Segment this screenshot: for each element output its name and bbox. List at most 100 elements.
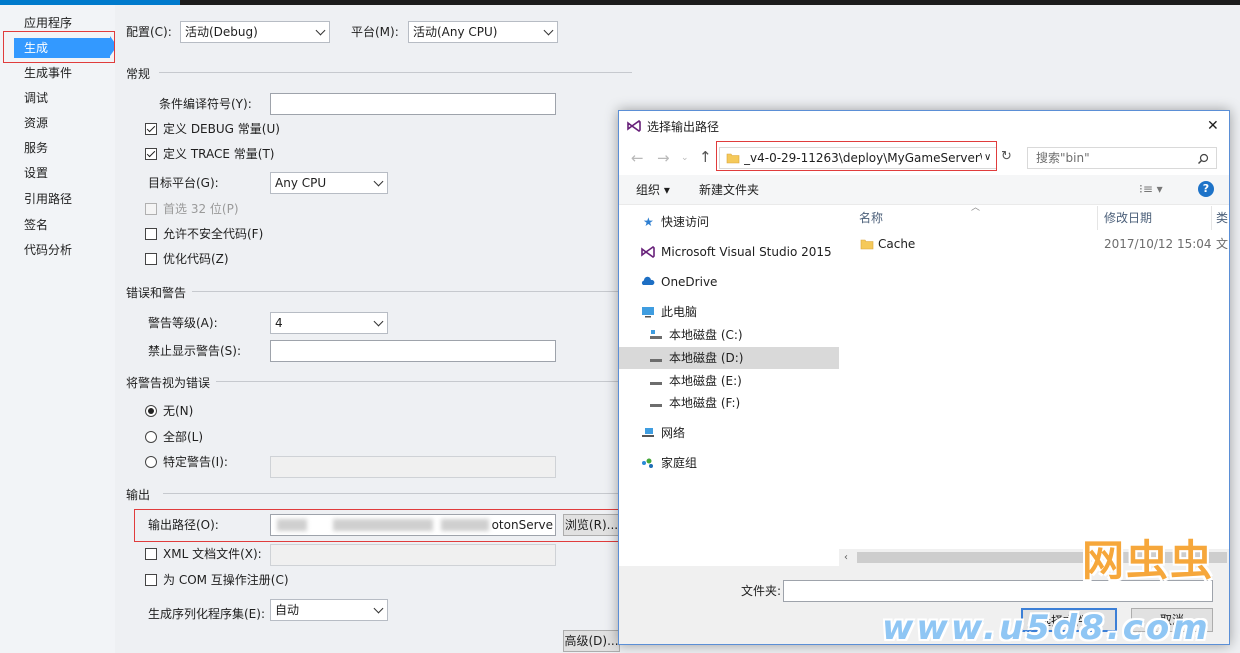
- column-separator: [1211, 206, 1212, 230]
- tree-item-label: Microsoft Visual Studio 2015: [661, 245, 832, 259]
- com-register-checkbox[interactable]: [145, 574, 157, 586]
- debug-const-label: 定义 DEBUG 常量(U): [163, 122, 280, 136]
- serialization-combo[interactable]: 自动: [270, 599, 388, 621]
- cond-symbols-input[interactable]: [270, 93, 556, 115]
- system-drive-icon: [650, 330, 662, 339]
- target-platform-combo[interactable]: Any CPU: [270, 172, 388, 194]
- computer-icon: [642, 307, 654, 318]
- file-row[interactable]: Cache 2017/10/12 15:04 文: [839, 233, 1229, 255]
- search-input[interactable]: 搜索"bin": [1027, 147, 1217, 169]
- dialog-toolbar: 组织 ▾ 新建文件夹 ⁝≡ ▾ ?: [619, 175, 1229, 205]
- file-list: 名称 ︿ 修改日期 类 Cache 2017/10/12 15:04 文: [839, 203, 1229, 566]
- column-header-name[interactable]: 名称: [859, 206, 883, 230]
- folder-icon: [860, 239, 874, 250]
- suppress-warnings-input[interactable]: [270, 340, 556, 362]
- drive-icon: [650, 382, 662, 385]
- nav-item-signing[interactable]: 签名: [24, 215, 48, 235]
- platform-combo[interactable]: 活动(Any CPU): [408, 21, 558, 43]
- tree-item-onedrive[interactable]: OneDrive: [619, 271, 839, 293]
- drive-icon: [650, 404, 662, 407]
- tree-item-disk-d[interactable]: 本地磁盘 (D:): [619, 347, 839, 369]
- tree-item-homegroup[interactable]: 家庭组: [619, 452, 839, 474]
- optimize-checkbox[interactable]: [145, 253, 157, 265]
- advanced-button[interactable]: 高级(D)...: [563, 630, 620, 652]
- tree-item-disk-f[interactable]: 本地磁盘 (F:): [619, 392, 839, 414]
- nav-item-code-analysis[interactable]: 代码分析: [24, 240, 72, 260]
- treat-none-label: 无(N): [163, 404, 194, 418]
- config-value: 活动(Debug): [185, 25, 258, 39]
- close-icon[interactable]: ✕: [1207, 118, 1219, 134]
- com-register-label: 为 COM 互操作注册(C): [163, 573, 289, 587]
- cloud-icon: [641, 276, 655, 285]
- nav-item-reference-paths[interactable]: 引用路径: [24, 189, 72, 209]
- tree-item-disk-e[interactable]: 本地磁盘 (E:): [619, 370, 839, 392]
- organize-menu[interactable]: 组织 ▾: [636, 182, 670, 198]
- tree-item-label: 快速访问: [661, 215, 710, 229]
- serialization-label: 生成序列化程序集(E):: [148, 607, 265, 621]
- tree-item-label: 家庭组: [661, 456, 698, 470]
- nav-item-build-events[interactable]: 生成事件: [24, 63, 72, 83]
- nav-item-services[interactable]: 服务: [24, 138, 48, 158]
- tree-item-label: 此电脑: [661, 305, 698, 319]
- chevron-down-icon: [373, 603, 384, 614]
- highlight-box-output-path: [134, 509, 622, 542]
- tree-item-disk-c[interactable]: 本地磁盘 (C:): [619, 324, 839, 346]
- scroll-left-icon[interactable]: ‹: [844, 550, 848, 566]
- nav-item-settings[interactable]: 设置: [24, 163, 48, 183]
- refresh-icon[interactable]: ↻: [1001, 149, 1012, 165]
- config-combo[interactable]: 活动(Debug): [180, 21, 330, 43]
- warning-level-value: 4: [275, 316, 283, 330]
- cond-symbols-label: 条件编译符号(Y):: [159, 97, 252, 111]
- view-options-icon[interactable]: ⁝≡ ▾: [1139, 181, 1163, 197]
- chevron-down-icon: [315, 25, 326, 36]
- nav-item-debug[interactable]: 调试: [24, 88, 48, 108]
- back-arrow-icon[interactable]: ←: [631, 150, 644, 166]
- file-modified: 2017/10/12 15:04: [1104, 237, 1212, 251]
- tree-item-label: 本地磁盘 (F:): [669, 396, 741, 410]
- network-icon: [642, 428, 654, 437]
- nav-item-resources[interactable]: 资源: [24, 113, 48, 133]
- xml-doc-label: XML 文档文件(X):: [163, 547, 262, 561]
- drive-icon: [650, 359, 662, 362]
- tree-item-quick-access[interactable]: ★ 快速访问: [619, 211, 839, 233]
- unsafe-code-checkbox[interactable]: [145, 228, 157, 240]
- watermark-logo: 网虫虫: [1082, 536, 1215, 585]
- platform-value: 活动(Any CPU): [413, 25, 498, 39]
- specific-warnings-input: [270, 456, 556, 478]
- prefer32-checkbox: [145, 203, 157, 215]
- treat-specific-radio[interactable]: [145, 456, 157, 468]
- optimize-label: 优化代码(Z): [163, 252, 229, 266]
- tree-item-network[interactable]: 网络: [619, 422, 839, 444]
- nav-item-application[interactable]: 应用程序: [24, 13, 72, 33]
- xml-doc-input: [270, 544, 556, 566]
- highlight-box-address: [716, 141, 997, 171]
- section-divider: [159, 72, 632, 73]
- treat-all-label: 全部(L): [163, 430, 204, 444]
- warning-level-combo[interactable]: 4: [270, 312, 388, 334]
- recent-chevron-icon[interactable]: ⌄: [681, 150, 689, 166]
- xml-doc-checkbox[interactable]: [145, 548, 157, 560]
- tree-item-vs2015[interactable]: Microsoft Visual Studio 2015: [619, 241, 839, 263]
- forward-arrow-icon[interactable]: →: [657, 150, 670, 166]
- column-header-modified[interactable]: 修改日期: [1104, 206, 1152, 230]
- tree-item-label: 本地磁盘 (E:): [669, 374, 742, 388]
- treat-none-radio[interactable]: [145, 405, 157, 417]
- warning-level-label: 警告等级(A):: [148, 316, 218, 330]
- up-arrow-icon[interactable]: ↑: [699, 149, 712, 165]
- prefer32-label: 首选 32 位(P): [163, 202, 239, 216]
- help-icon[interactable]: ?: [1198, 181, 1214, 197]
- search-icon[interactable]: [1197, 153, 1209, 165]
- column-header-type[interactable]: 类: [1216, 206, 1228, 230]
- new-folder-button[interactable]: 新建文件夹: [699, 182, 759, 198]
- platform-label: 平台(M):: [351, 25, 399, 39]
- unsafe-code-label: 允许不安全代码(F): [163, 227, 264, 241]
- chevron-down-icon: [373, 316, 384, 327]
- section-output: 输出: [126, 488, 151, 502]
- tree-item-this-pc[interactable]: 此电脑: [619, 301, 839, 323]
- section-general: 常规: [126, 67, 151, 81]
- trace-const-checkbox[interactable]: [145, 148, 157, 160]
- treat-all-radio[interactable]: [145, 431, 157, 443]
- check-icon: [146, 148, 156, 158]
- debug-const-checkbox[interactable]: [145, 123, 157, 135]
- radio-dot: [148, 408, 154, 414]
